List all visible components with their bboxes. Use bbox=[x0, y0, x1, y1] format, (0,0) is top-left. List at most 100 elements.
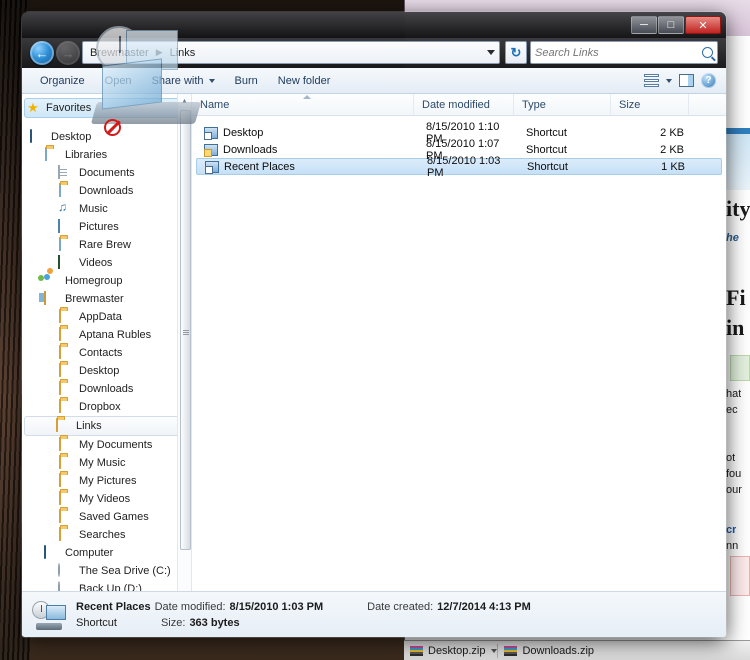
close-button[interactable]: ✕ bbox=[685, 16, 721, 34]
sidebar-item-saved-games[interactable]: Saved Games bbox=[22, 508, 191, 526]
folder-icon bbox=[58, 399, 74, 414]
bg-notice-green bbox=[730, 355, 750, 381]
download-item-desktop-zip[interactable]: Desktop.zip bbox=[404, 641, 491, 660]
preview-pane-icon[interactable] bbox=[679, 74, 694, 87]
refresh-button[interactable]: ↻ bbox=[505, 41, 527, 64]
sidebar-item-label: Downloads bbox=[79, 383, 134, 395]
zip-icon bbox=[410, 645, 423, 657]
maximize-button[interactable]: □ bbox=[658, 16, 684, 34]
sidebar-item-sea-drive-c[interactable]: The Sea Drive (C:) bbox=[22, 562, 191, 580]
folder-icon bbox=[58, 455, 74, 470]
download-item-downloads-zip[interactable]: Downloads.zip bbox=[498, 641, 600, 660]
table-row[interactable]: Recent Places 8/15/2010 1:03 PM Shortcut… bbox=[196, 155, 722, 179]
bg-heading-1: ity bbox=[726, 196, 750, 221]
address-bar[interactable]: Brewmaster ▶ Links bbox=[82, 41, 500, 64]
sidebar-item-label: Searches bbox=[79, 529, 126, 541]
sidebar-item-pictures[interactable]: Pictures bbox=[22, 218, 191, 236]
sidebar-item-rare-brew[interactable]: Rare Brew bbox=[22, 236, 191, 254]
sidebar-item-label: Computer bbox=[65, 547, 114, 559]
homegroup-icon bbox=[38, 268, 60, 288]
status-size-label: Size: bbox=[160, 616, 186, 629]
open-label: Open bbox=[104, 74, 132, 87]
cell-size: 2 KB bbox=[660, 143, 684, 156]
sidebar-item-label: AppData bbox=[79, 311, 122, 323]
sidebar-item-label: My Music bbox=[79, 457, 126, 469]
command-toolbar: Organize Open Share with Burn New folder… bbox=[22, 68, 726, 94]
sidebar-scrollbar[interactable]: ▲ ▼ bbox=[177, 94, 191, 637]
sidebar-item-dropbox[interactable]: Dropbox bbox=[22, 398, 191, 416]
navigation-bar: ← → Brewmaster ▶ Links ↻ bbox=[22, 38, 726, 68]
burn-button[interactable]: Burn bbox=[225, 70, 268, 92]
status-date-modified-label: Date modified: bbox=[154, 600, 226, 613]
sidebar-item-searches[interactable]: Searches bbox=[22, 526, 191, 544]
sidebar-item-my-videos[interactable]: My Videos bbox=[22, 490, 191, 508]
sidebar-item-brewmaster[interactable]: Brewmaster bbox=[22, 290, 191, 308]
sidebar-item-music[interactable]: ♫ Music bbox=[22, 200, 191, 218]
sidebar-item-label: Brewmaster bbox=[65, 293, 124, 305]
sidebar-item-favorites[interactable]: ★ Favorites bbox=[24, 98, 185, 118]
file-name-label: Downloads bbox=[223, 143, 278, 156]
column-header-date-modified[interactable]: Date modified bbox=[414, 94, 514, 115]
search-input[interactable] bbox=[535, 46, 698, 59]
sidebar-item-my-documents[interactable]: My Documents bbox=[22, 436, 191, 454]
download-item-label: Downloads.zip bbox=[522, 644, 595, 657]
content-area: ★ Favorites Desktop Libraries Documents … bbox=[22, 94, 726, 637]
sidebar-item-downloads[interactable]: Downloads bbox=[22, 182, 191, 200]
sidebar-item-label: My Documents bbox=[79, 439, 153, 451]
column-header-filler bbox=[689, 94, 726, 115]
bg-fragment-5: fou bbox=[726, 468, 742, 480]
sidebar-item-documents[interactable]: Documents bbox=[22, 164, 191, 182]
breadcrumb-links[interactable]: Links bbox=[167, 46, 199, 60]
sidebar-item-downloads-folder[interactable]: Downloads bbox=[22, 380, 191, 398]
column-header-size[interactable]: Size bbox=[611, 94, 689, 115]
breadcrumb-brewmaster[interactable]: Brewmaster bbox=[87, 46, 152, 60]
sidebar-item-label: Saved Games bbox=[79, 511, 149, 523]
open-button[interactable]: Open bbox=[95, 70, 142, 92]
shortcut-download-icon bbox=[204, 143, 218, 157]
column-header-name[interactable]: Name bbox=[192, 94, 414, 115]
breadcrumb-separator-icon: ▶ bbox=[155, 47, 163, 57]
details-pane: Recent Places Date modified: 8/15/2010 1… bbox=[22, 591, 726, 637]
document-icon bbox=[58, 165, 74, 180]
back-button[interactable]: ← bbox=[30, 41, 54, 65]
sidebar-item-desktop-folder[interactable]: Desktop bbox=[22, 362, 191, 380]
search-box[interactable] bbox=[530, 41, 718, 64]
sidebar-item-links[interactable]: Links bbox=[24, 416, 185, 436]
navigation-pane[interactable]: ★ Favorites Desktop Libraries Documents … bbox=[22, 94, 192, 637]
sidebar-item-computer[interactable]: Computer bbox=[22, 544, 191, 562]
column-label: Name bbox=[200, 98, 230, 111]
cell-size: 1 KB bbox=[661, 160, 685, 173]
sidebar-item-label: Homegroup bbox=[65, 275, 123, 287]
chevron-down-icon[interactable] bbox=[666, 78, 672, 83]
no-drop-cursor-icon bbox=[104, 119, 121, 136]
organize-button[interactable]: Organize bbox=[30, 70, 95, 92]
explorer-window[interactable]: ─ □ ✕ ← → Brewmaster ▶ Links ↻ Organize … bbox=[22, 12, 726, 637]
folder-icon bbox=[58, 363, 74, 378]
download-item-label: Desktop.zip bbox=[428, 644, 486, 657]
bg-link-fragment[interactable]: cr bbox=[726, 524, 736, 536]
chevron-down-icon[interactable] bbox=[487, 50, 495, 55]
new-folder-button[interactable]: New folder bbox=[268, 70, 341, 92]
file-list-pane[interactable]: Name Date modified Type Size Desktop 8/1… bbox=[192, 94, 726, 637]
star-icon: ★ bbox=[27, 100, 39, 115]
help-icon[interactable]: ? bbox=[701, 73, 716, 88]
harddisk-icon bbox=[58, 563, 74, 578]
forward-button[interactable]: → bbox=[56, 41, 80, 65]
sidebar-item-homegroup[interactable]: Homegroup bbox=[22, 268, 191, 290]
column-header-type[interactable]: Type bbox=[514, 94, 611, 115]
sidebar-item-my-pictures[interactable]: My Pictures bbox=[22, 472, 191, 490]
minimize-button[interactable]: ─ bbox=[631, 16, 657, 34]
sidebar-item-my-music[interactable]: My Music bbox=[22, 454, 191, 472]
sidebar-item-libraries[interactable]: Libraries bbox=[22, 146, 191, 164]
sidebar-item-appdata[interactable]: AppData bbox=[22, 308, 191, 326]
sidebar-item-contacts[interactable]: Contacts bbox=[22, 344, 191, 362]
view-layout-icon[interactable] bbox=[644, 74, 659, 87]
scroll-up-arrow-icon[interactable]: ▲ bbox=[178, 94, 191, 108]
share-with-button[interactable]: Share with bbox=[142, 70, 225, 92]
folder-icon bbox=[55, 418, 71, 433]
scrollbar-thumb[interactable] bbox=[180, 110, 191, 550]
folder-icon bbox=[58, 381, 74, 396]
title-bar[interactable]: ─ □ ✕ bbox=[22, 12, 726, 38]
sidebar-item-aptana-rubles[interactable]: Aptana Rubles bbox=[22, 326, 191, 344]
sidebar-item-label: My Pictures bbox=[79, 475, 137, 487]
